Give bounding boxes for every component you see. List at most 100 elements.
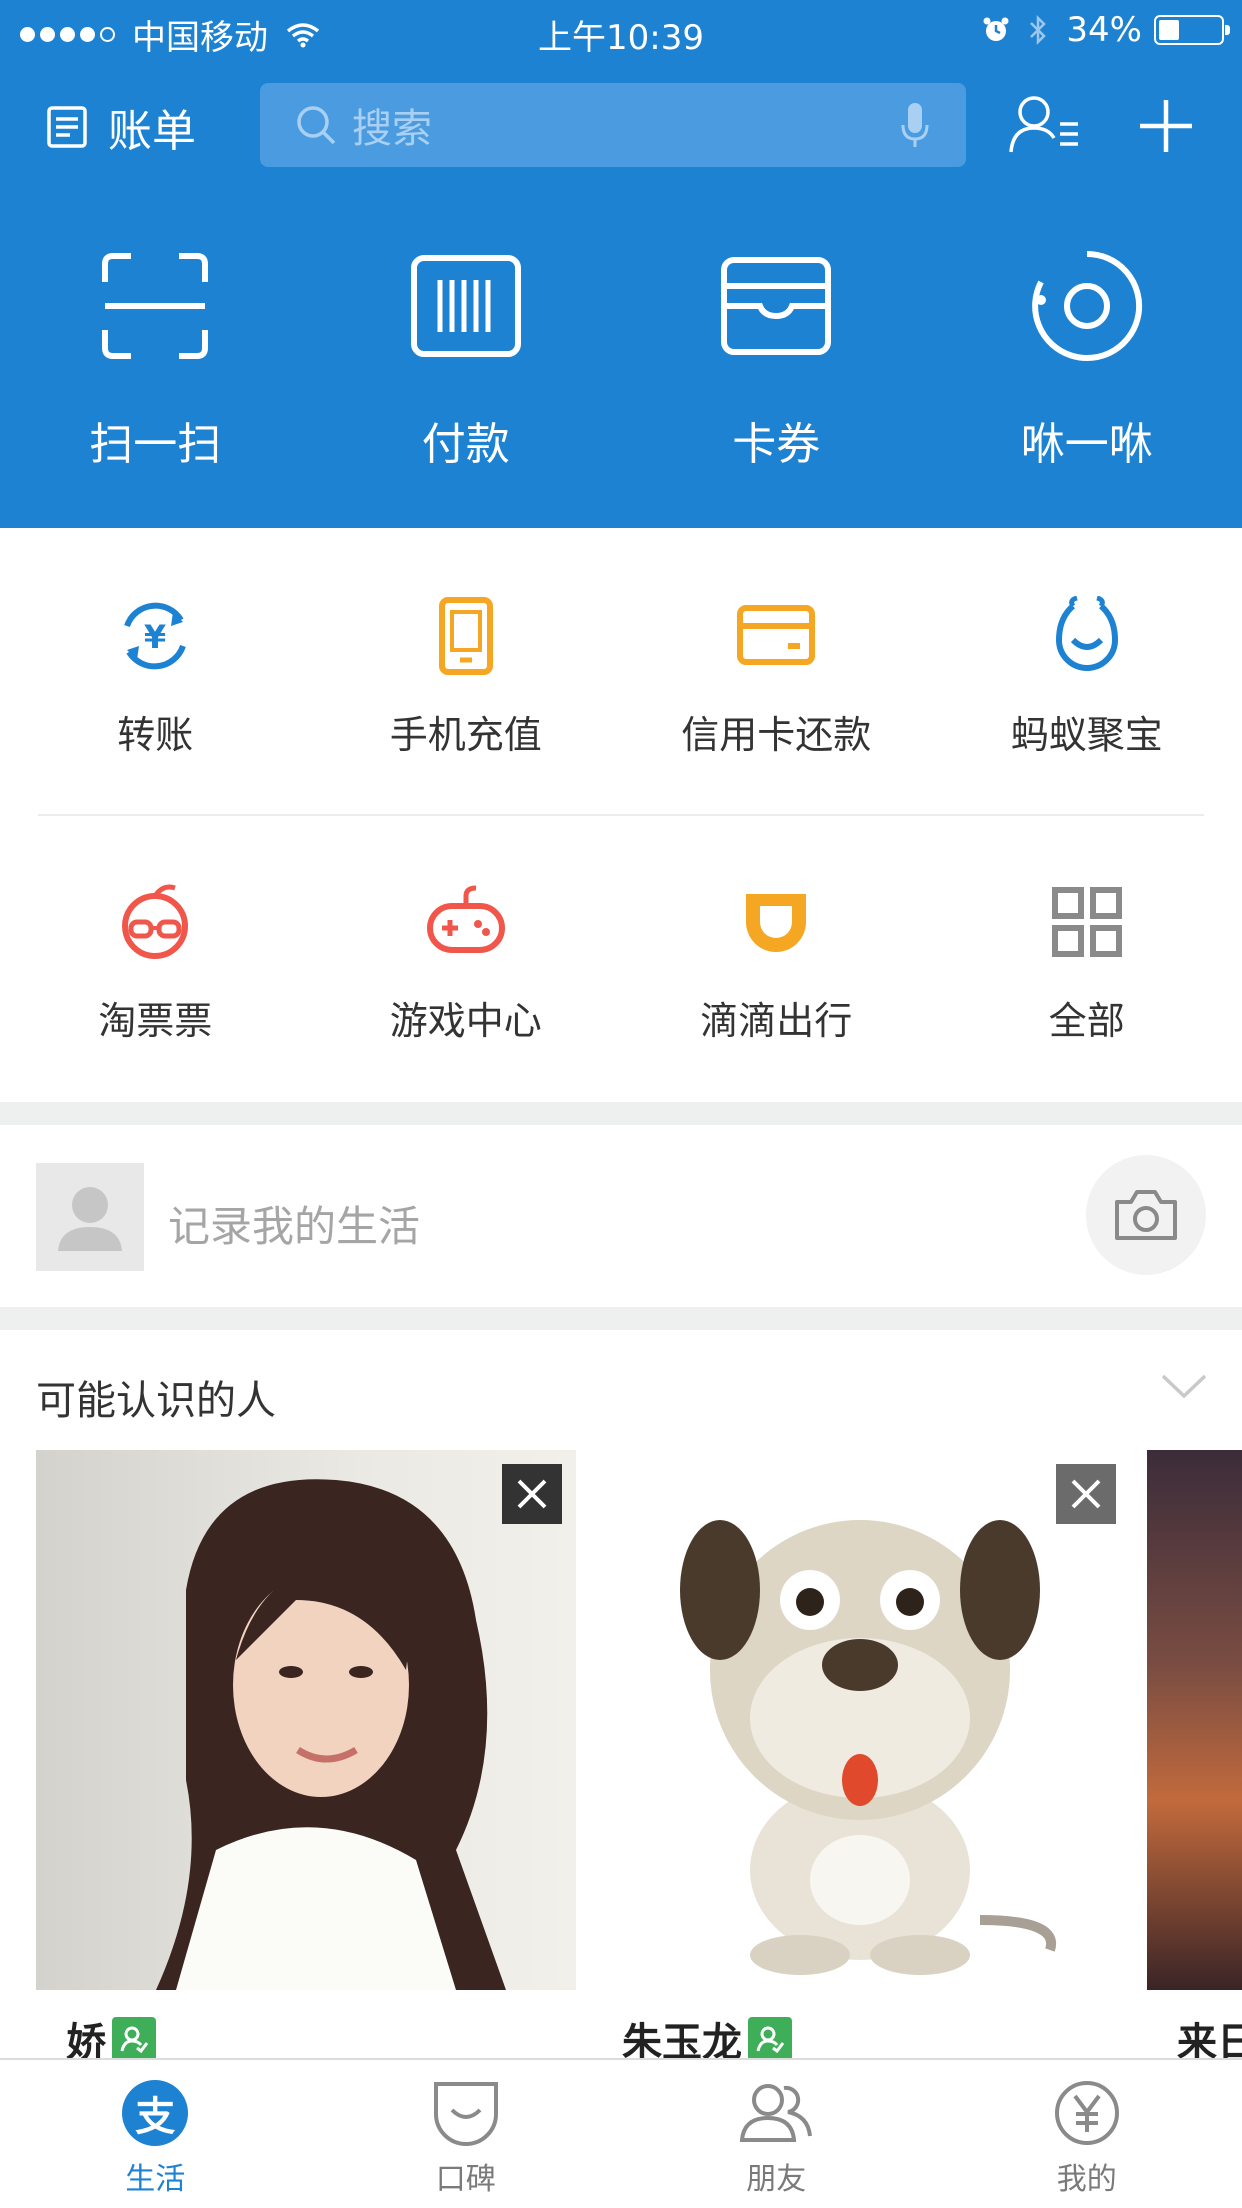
person-card[interactable]: 来日	[1147, 1450, 1242, 2058]
taopiaopiao-icon	[122, 884, 189, 960]
verified-icon	[748, 2017, 792, 2058]
scan-button[interactable]: 扫一扫	[0, 250, 311, 472]
service-row: 淘票票 游戏中心 滴滴出行 全部	[0, 882, 1242, 1045]
scan-icon	[102, 253, 209, 359]
xiu-button[interactable]: 咻一咻	[932, 250, 1242, 472]
service-row: ¥ 转账 手机充值 信用卡还款 蚂蚁聚宝	[0, 596, 1242, 759]
game-center-button[interactable]: 游戏中心	[311, 882, 622, 1045]
search-icon	[297, 106, 336, 145]
section-title: 可能认识的人	[36, 1378, 276, 1424]
tab-label: 我的	[1056, 2162, 1117, 2197]
dog-avatar-image	[680, 1520, 1057, 1975]
service-label: 滴滴出行	[700, 999, 853, 1043]
pay-button[interactable]: 付款	[311, 250, 622, 472]
record-life-bar[interactable]: 记录我的生活	[0, 1125, 1242, 1307]
taopiaopiao-button[interactable]: 淘票票	[0, 882, 311, 1045]
person-name-row: 朱玉龙	[622, 2010, 792, 2058]
section-gap	[0, 1307, 1242, 1330]
svg-text:¥: ¥	[144, 618, 166, 656]
tab-friends[interactable]: 朋友	[621, 2060, 932, 2208]
chevron-down-icon[interactable]	[1160, 1372, 1208, 1400]
mic-icon[interactable]	[900, 101, 930, 151]
credit-card-button[interactable]: 信用卡还款	[621, 596, 932, 759]
alipay-icon: 支	[122, 2080, 189, 2146]
people-you-may-know: 可能认识的人 娇 朱玉龙 来日	[0, 1330, 1242, 2058]
koubei-icon	[433, 2082, 498, 2146]
close-icon	[517, 1479, 547, 1509]
contacts-icon[interactable]	[1008, 94, 1082, 156]
dismiss-button[interactable]	[1056, 1464, 1116, 1524]
all-services-button[interactable]: 全部	[932, 882, 1242, 1045]
person-photo	[36, 1450, 576, 1990]
hero-label: 卡券	[732, 419, 821, 470]
service-label: 蚂蚁聚宝	[1010, 713, 1163, 757]
bill-icon	[47, 106, 87, 148]
avatar	[36, 1163, 144, 1271]
verified-icon	[112, 2017, 156, 2058]
person-name: 娇	[66, 2020, 106, 2058]
person-photo	[590, 1450, 1130, 1990]
yuan-icon	[1054, 2081, 1119, 2145]
hero-label: 付款	[421, 419, 510, 470]
xiu-icon	[1031, 251, 1142, 361]
person-photo	[1147, 1450, 1242, 1990]
transfer-icon: ¥	[124, 602, 187, 670]
tab-label: 生活	[125, 2162, 186, 2197]
close-icon	[1071, 1479, 1101, 1509]
service-label: 手机充值	[389, 713, 542, 757]
tab-life[interactable]: 支 生活	[0, 2060, 311, 2208]
add-icon[interactable]	[1138, 98, 1194, 154]
service-label: 转账	[117, 713, 194, 757]
transfer-button[interactable]: ¥ 转账	[0, 596, 311, 759]
tab-koubei[interactable]: 口碑	[311, 2060, 622, 2208]
search-input[interactable]: 搜索	[260, 83, 966, 167]
search-placeholder: 搜索	[352, 106, 432, 152]
battery-fill	[1159, 20, 1180, 40]
tab-label: 口碑	[435, 2162, 496, 2197]
service-label: 淘票票	[98, 999, 213, 1043]
bill-button[interactable]: 账单	[46, 95, 196, 159]
camera-icon	[1115, 1190, 1177, 1240]
status-bar: 中国移动 上午10:39 34%	[0, 0, 1242, 62]
person-card[interactable]: 娇	[36, 1450, 576, 2058]
bluetooth-icon	[1030, 14, 1047, 46]
battery-icon	[1154, 15, 1230, 45]
grid-divider	[38, 814, 1204, 816]
hero-label: 咻一咻	[1020, 419, 1153, 470]
person-name-row: 来日	[1177, 2010, 1242, 2058]
cards-button[interactable]: 卡券	[621, 250, 932, 472]
camera-button[interactable]	[1086, 1155, 1206, 1275]
phone-icon	[438, 597, 493, 675]
battery-percent: 34%	[1066, 10, 1142, 50]
ant-fortune-icon	[1055, 596, 1118, 671]
bill-label: 账单	[108, 106, 196, 157]
tab-label: 朋友	[746, 2162, 807, 2197]
person-name: 朱玉龙	[622, 2020, 742, 2058]
alarm-icon	[983, 17, 1009, 41]
hero-actions: 扫一扫 付款 卡券 咻一咻	[0, 250, 1242, 472]
barcode-icon	[410, 255, 521, 357]
tab-bar: 支 生活 口碑 朋友 我的	[0, 2058, 1242, 2208]
person-name-row: 娇	[66, 2010, 156, 2058]
grid-icon	[1051, 887, 1122, 957]
credit-card-icon	[737, 605, 816, 665]
dismiss-button[interactable]	[502, 1464, 562, 1524]
service-label: 信用卡还款	[681, 713, 872, 757]
service-label: 全部	[1048, 999, 1125, 1043]
record-placeholder: 记录我的生活	[168, 1202, 421, 1251]
avatar-placeholder-icon	[58, 1187, 122, 1251]
section-gap	[0, 1102, 1242, 1125]
tab-mine[interactable]: 我的	[932, 2060, 1242, 2208]
didi-icon	[746, 894, 807, 952]
person-name: 来日	[1177, 2020, 1242, 2058]
hero-label: 扫一扫	[89, 419, 222, 470]
ant-fortune-button[interactable]: 蚂蚁聚宝	[932, 596, 1242, 759]
person-card[interactable]: 朱玉龙	[590, 1450, 1130, 2058]
portrait-image	[156, 1479, 506, 1990]
didi-button[interactable]: 滴滴出行	[621, 882, 932, 1045]
top-bar: 账单 搜索	[0, 80, 1242, 170]
friends-icon	[740, 2084, 813, 2142]
service-label: 游戏中心	[389, 999, 542, 1043]
wallet-icon	[721, 257, 832, 355]
phone-recharge-button[interactable]: 手机充值	[311, 596, 622, 759]
